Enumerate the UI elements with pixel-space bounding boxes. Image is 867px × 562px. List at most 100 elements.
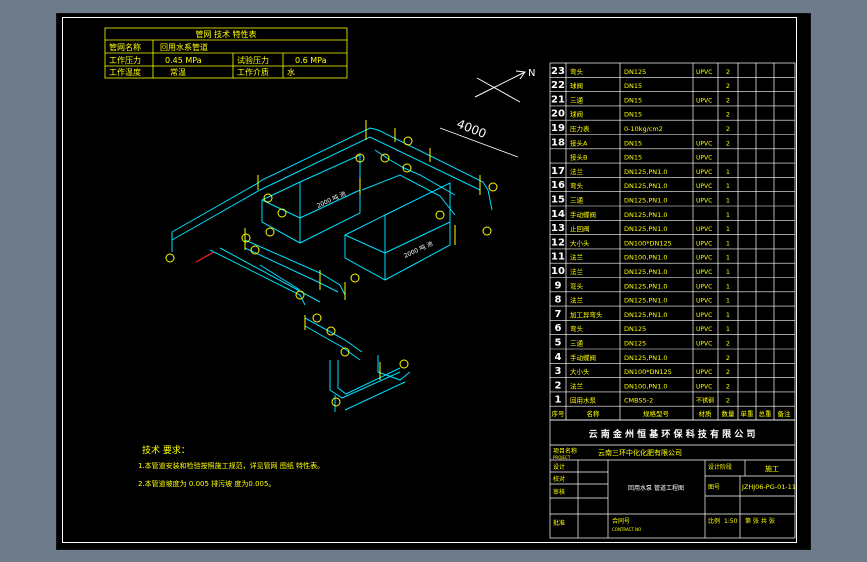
- bom-cell-spec: DN100*DN125: [624, 239, 672, 247]
- bom-cell-name: 法兰: [570, 267, 584, 276]
- bom-h-unit: 单重: [741, 409, 755, 418]
- scale-label: 比例: [708, 517, 720, 525]
- spec-r1-c1: 0.45 MPa: [165, 56, 202, 65]
- sheet-label: 第 张 共 张: [745, 517, 775, 525]
- bom-h-name: 名称: [587, 409, 601, 418]
- bom-cell-mat: UPVC: [696, 255, 712, 262]
- bom-cell-name: 弯头: [570, 67, 584, 76]
- notes-title: 技术 要求：: [142, 444, 190, 456]
- bom-cell-qty: 2: [726, 125, 730, 133]
- bom-cell-name: 法兰: [570, 296, 584, 305]
- bom-cell-name: 法兰: [570, 253, 584, 262]
- bom-cell-mat: UPVC: [696, 326, 712, 333]
- bom-cell-name: 弯头: [570, 181, 584, 190]
- bom-cell-mat: UPVC: [696, 169, 712, 176]
- drawing-no-label: 图号: [708, 484, 720, 491]
- bom-cell-no: 14: [551, 209, 565, 220]
- bom-cell-qty: 1: [726, 211, 730, 219]
- bom-cell-name: 手动蝶阀: [570, 353, 596, 362]
- project-name: 云南三环中化化肥有限公司: [598, 448, 682, 457]
- dimension-main: 4000: [455, 117, 489, 141]
- spec-r2-c2: 工作介质: [237, 67, 269, 77]
- bom-cell-spec: DN15: [624, 111, 642, 119]
- bom-cell-mat: UPVC: [696, 198, 712, 205]
- bom-cell-no: 22: [551, 80, 565, 91]
- bom-cell-qty: 1: [726, 254, 730, 262]
- bom-cell-mat: UPVC: [696, 283, 712, 290]
- bom-cell-name: 手动蝶阀: [570, 210, 596, 219]
- bom-cell-no: 7: [555, 309, 562, 320]
- bom-cell-no: 17: [551, 166, 565, 177]
- bom-cell-spec: DN125,PN1.0: [624, 182, 667, 190]
- bom-h-qty: 数量: [722, 409, 736, 418]
- bom-cell-spec: DN15: [624, 154, 642, 162]
- bom-cell-qty: 2: [726, 368, 730, 376]
- bom-cell-mat: UPVC: [696, 183, 712, 190]
- bom-cell-name: 加工异弯头: [570, 310, 603, 319]
- spec-r2-c0: 工作温度: [109, 67, 141, 77]
- bom-cell-name: 止回阀: [570, 224, 590, 233]
- bom-cell-no: 21: [551, 94, 565, 105]
- bom-cell-qty: 2: [726, 340, 730, 348]
- bom-cell-mat: UPVC: [696, 140, 712, 147]
- bom-cell-mat: UPVC: [696, 341, 712, 348]
- spec-r1-c0: 工作压力: [109, 55, 141, 65]
- fittings: [244, 120, 481, 380]
- notes-item-2: 2.本管道坡度为 0.005 排污坡 度为0.005。: [138, 479, 275, 488]
- spec-title: 管网 技术 特性表: [195, 29, 256, 39]
- bom-cell-spec: DN15: [624, 96, 642, 104]
- bom-cell-spec: DN100,PN1.0: [624, 382, 667, 390]
- bom-cell-spec: DN125,PN1.0: [624, 168, 667, 176]
- bom-cell-name: 接头A: [570, 138, 588, 147]
- spec-r1-c2: 试验压力: [237, 55, 269, 65]
- spec-r2-c1: 常温: [170, 68, 186, 77]
- bom-cell-qty: 2: [726, 111, 730, 119]
- bom-cell-mat: UPVC: [696, 298, 712, 305]
- bom-cell-no: 3: [555, 366, 562, 377]
- axis-marker: [195, 251, 215, 263]
- bom-cell-name: 大小头: [570, 367, 590, 376]
- design-label: 设计: [553, 463, 565, 471]
- spec-r1-c3: 0.6 MPa: [295, 56, 327, 65]
- bom-cell-spec: DN15: [624, 139, 642, 147]
- bom-cell-mat: UPVC: [696, 383, 712, 390]
- bom-cell-spec: DN125: [624, 325, 646, 333]
- bom-cell-spec: DN125,PN1.0: [624, 211, 667, 219]
- bom-cell-qty: 1: [726, 168, 730, 176]
- bom-h-total: 总重: [759, 409, 773, 418]
- bom-cell-spec: DN125,PN1.0: [624, 354, 667, 362]
- approve-label: 批准: [553, 519, 565, 527]
- bom-cell-qty: 1: [726, 297, 730, 305]
- bom-cell-spec: DN100*DN125: [624, 368, 672, 376]
- spec-r0-c0: 管网名称: [109, 42, 141, 52]
- bom-cell-no: 6: [555, 323, 562, 334]
- bom-cell-no: 12: [551, 237, 565, 248]
- bom-cell-no: 9: [555, 280, 562, 291]
- bom-cell-mat: UPVC: [696, 312, 712, 319]
- north-label: N: [528, 68, 535, 79]
- check-label: 校对: [553, 475, 565, 483]
- leader-circles: [165, 136, 498, 407]
- bom-cell-no: 13: [551, 223, 565, 234]
- bom-cell-spec: DN125,PN1.0: [624, 268, 667, 276]
- bom-cell-qty: 2: [726, 139, 730, 147]
- bom-rows: 23 弯头 DN125 UPVC 222 球阀 DN15 221 三通 DN15 UPVC 220 球阀…: [551, 66, 730, 406]
- company-name: 云 南 金 州 恒 基 环 保 科 技 有 限 公 司: [589, 428, 756, 440]
- bom-cell-no: 10: [551, 266, 565, 277]
- bom-cell-qty: 2: [726, 96, 730, 104]
- stage-label: 设计阶段: [708, 463, 732, 471]
- bom-cell-no: 11: [551, 252, 565, 263]
- bom-h-spec: 规格型号: [643, 409, 670, 418]
- bom-cell-name: 法兰: [570, 381, 584, 390]
- bom-cell-mat: 不锈钢: [696, 397, 714, 405]
- bom-h-remark: 备注: [778, 409, 792, 418]
- bom-cell-qty: 1: [726, 225, 730, 233]
- drawing-no: JZHJ06-PG-01-11: [741, 483, 796, 491]
- bom-cell-no: 8: [555, 295, 562, 306]
- bom-cell-spec: DN125,PN1.0: [624, 225, 667, 233]
- bom-cell-spec: DN100,PN1.0: [624, 254, 667, 262]
- bom-cell-qty: 1: [726, 311, 730, 319]
- bom-cell-no: 1: [555, 395, 562, 406]
- bom-cell-qty: 1: [726, 268, 730, 276]
- bom-cell-mat: UPVC: [696, 155, 712, 162]
